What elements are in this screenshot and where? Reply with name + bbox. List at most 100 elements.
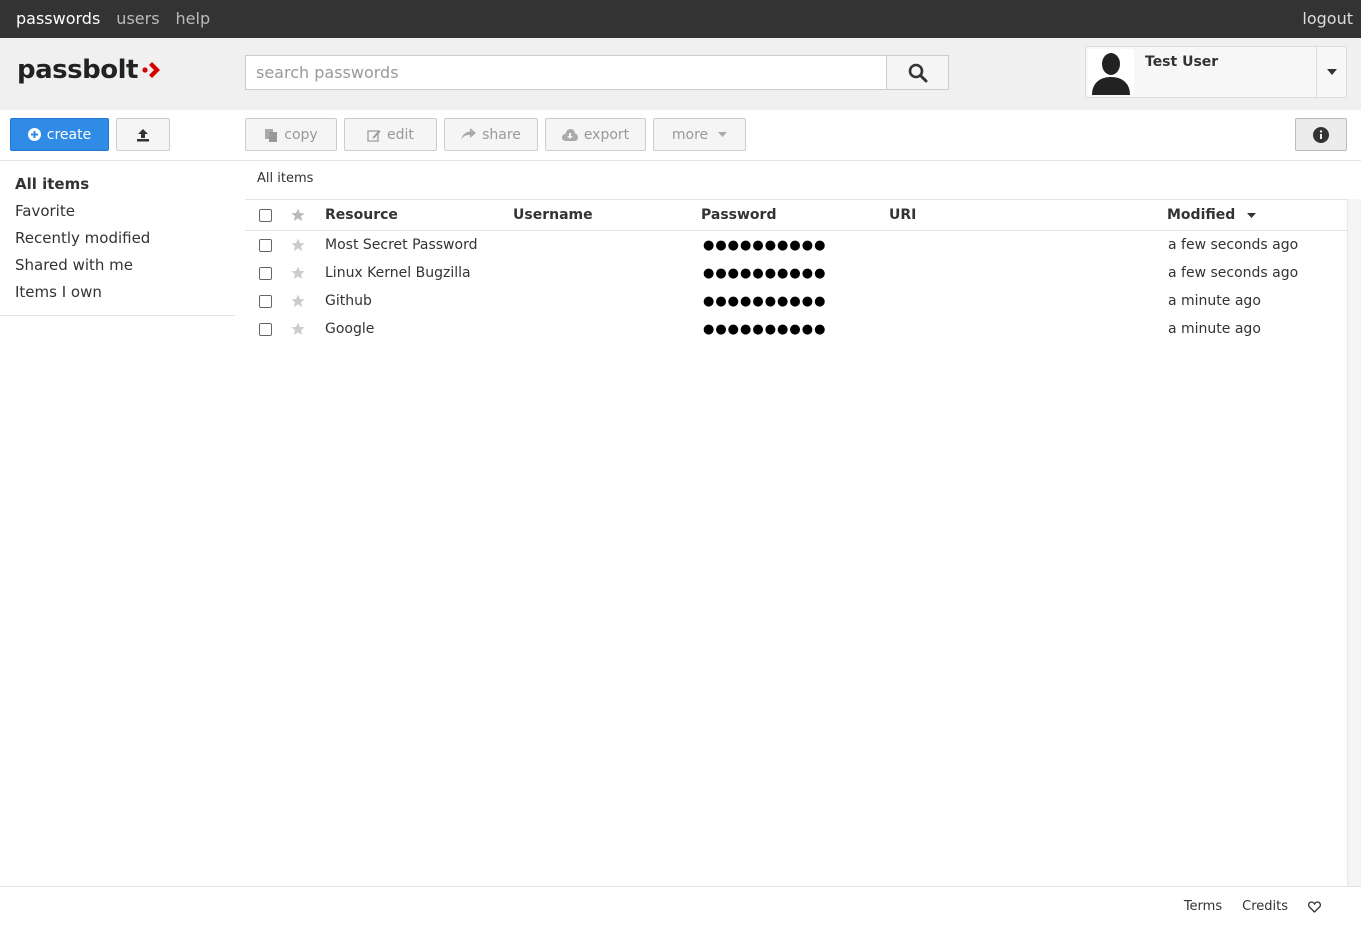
cell-resource: Linux Kernel Bugzilla [325, 265, 471, 281]
filter-items-i-own[interactable]: Items I own [0, 278, 235, 305]
cell-resource: Github [325, 293, 372, 309]
more-label: more [671, 126, 709, 143]
column-password[interactable]: Password [701, 200, 776, 230]
star-icon [291, 266, 305, 279]
checkbox-box [259, 208, 272, 222]
checkbox-box [259, 266, 272, 280]
cell-password[interactable]: ●●●●●●●●●● [703, 315, 826, 343]
filter-recently-modified[interactable]: Recently modified [0, 224, 235, 251]
filter-all-items[interactable]: All items [0, 170, 235, 197]
checkbox-box [259, 322, 272, 336]
cell-modified: a minute ago [1168, 321, 1261, 337]
nav-passwords[interactable]: passwords [16, 9, 100, 28]
logo-mark-icon [142, 62, 160, 78]
cell-resource: Most Secret Password [325, 237, 478, 253]
export-label: export [583, 126, 630, 143]
copy-icon [265, 128, 278, 142]
search-icon [908, 63, 927, 82]
table-row[interactable]: Github ●●●●●●●●●● a minute ago [245, 287, 1361, 315]
favorite-star[interactable] [291, 315, 305, 343]
footer-links: Terms Credits [1184, 899, 1321, 914]
copy-button[interactable]: copy [245, 118, 337, 151]
sidebar-divider [0, 315, 235, 316]
toolbar-divider [0, 160, 1361, 161]
row-checkbox[interactable] [259, 231, 272, 259]
grid-scrollbar[interactable] [1347, 199, 1361, 886]
edit-button[interactable]: edit [344, 118, 437, 151]
create-button[interactable]: create [10, 118, 109, 151]
cell-modified: a few seconds ago [1168, 265, 1299, 281]
row-checkbox[interactable] [259, 259, 272, 287]
sidebar-filters: All items Favorite Recently modified Sha… [0, 170, 235, 305]
share-icon [461, 128, 477, 140]
table-row[interactable]: Most Secret Password ●●●●●●●●●● a few se… [245, 231, 1361, 259]
favorite-star[interactable] [291, 231, 305, 259]
header: passbolt search passwords Test User [0, 38, 1361, 110]
caret-down-icon [1326, 69, 1337, 75]
upload-icon [137, 128, 149, 141]
filter-shared-with-me[interactable]: Shared with me [0, 251, 235, 278]
footer: Terms Credits [0, 886, 1361, 925]
select-all-checkbox[interactable] [259, 200, 272, 230]
grid-header: Resource Username Password URI Modified [245, 199, 1361, 231]
checkbox-box [259, 238, 272, 252]
terms-link[interactable]: Terms [1184, 899, 1222, 914]
row-checkbox[interactable] [259, 315, 272, 343]
cell-password[interactable]: ●●●●●●●●●● [703, 231, 826, 259]
passbolt-logo[interactable]: passbolt [17, 55, 166, 85]
sort-desc-icon [1247, 212, 1257, 218]
user-menu-toggle[interactable] [1316, 47, 1346, 97]
edit-label: edit [387, 126, 414, 143]
star-icon [291, 238, 305, 251]
cell-modified: a minute ago [1168, 293, 1261, 309]
plus-circle-icon [27, 128, 41, 141]
avatar [1088, 49, 1134, 95]
top-navbar: passwords users help logout [0, 0, 1361, 38]
filter-favorite[interactable]: Favorite [0, 197, 235, 224]
upload-button[interactable] [116, 118, 170, 151]
info-icon [1313, 126, 1329, 143]
breadcrumb[interactable]: All items [257, 171, 313, 186]
heart-icon[interactable] [1308, 901, 1321, 913]
table-row[interactable]: Linux Kernel Bugzilla ●●●●●●●●●● a few s… [245, 259, 1361, 287]
favorite-column-icon [291, 200, 305, 230]
user-badge[interactable]: Test User [1085, 46, 1347, 98]
star-icon [291, 208, 305, 221]
column-resource[interactable]: Resource [325, 200, 398, 230]
column-modified[interactable]: Modified [1167, 200, 1257, 230]
credits-link[interactable]: Credits [1242, 899, 1288, 914]
create-label: create [46, 126, 92, 143]
nav-users[interactable]: users [116, 9, 159, 28]
edit-icon [367, 129, 381, 142]
column-uri[interactable]: URI [889, 200, 916, 230]
column-username[interactable]: Username [513, 200, 593, 230]
cloud-download-icon [561, 128, 578, 141]
search-button[interactable] [886, 55, 949, 90]
caret-down-icon [718, 132, 728, 137]
password-grid: Resource Username Password URI Modified … [245, 199, 1361, 343]
main-nav: passwords users help [16, 9, 210, 28]
export-button[interactable]: export [545, 118, 646, 151]
share-button[interactable]: share [444, 118, 538, 151]
more-dropdown[interactable]: more [653, 118, 746, 151]
column-modified-label: Modified [1167, 207, 1236, 223]
nav-help[interactable]: help [176, 9, 211, 28]
info-panel-toggle[interactable] [1295, 118, 1347, 151]
table-row[interactable]: Google ●●●●●●●●●● a minute ago [245, 315, 1361, 343]
cell-password[interactable]: ●●●●●●●●●● [703, 259, 826, 287]
logo-text: passbolt [17, 55, 138, 85]
logout-link[interactable]: logout [1302, 9, 1353, 28]
star-icon [291, 322, 305, 335]
favorite-star[interactable] [291, 259, 305, 287]
cell-resource: Google [325, 321, 375, 337]
user-silhouette-icon [1092, 53, 1130, 95]
checkbox-box [259, 294, 272, 308]
star-icon [291, 294, 305, 307]
copy-label: copy [284, 126, 318, 143]
cell-password[interactable]: ●●●●●●●●●● [703, 287, 826, 315]
row-checkbox[interactable] [259, 287, 272, 315]
favorite-star[interactable] [291, 287, 305, 315]
search-input[interactable]: search passwords [245, 55, 887, 90]
user-name: Test User [1145, 54, 1219, 70]
share-label: share [482, 126, 521, 143]
